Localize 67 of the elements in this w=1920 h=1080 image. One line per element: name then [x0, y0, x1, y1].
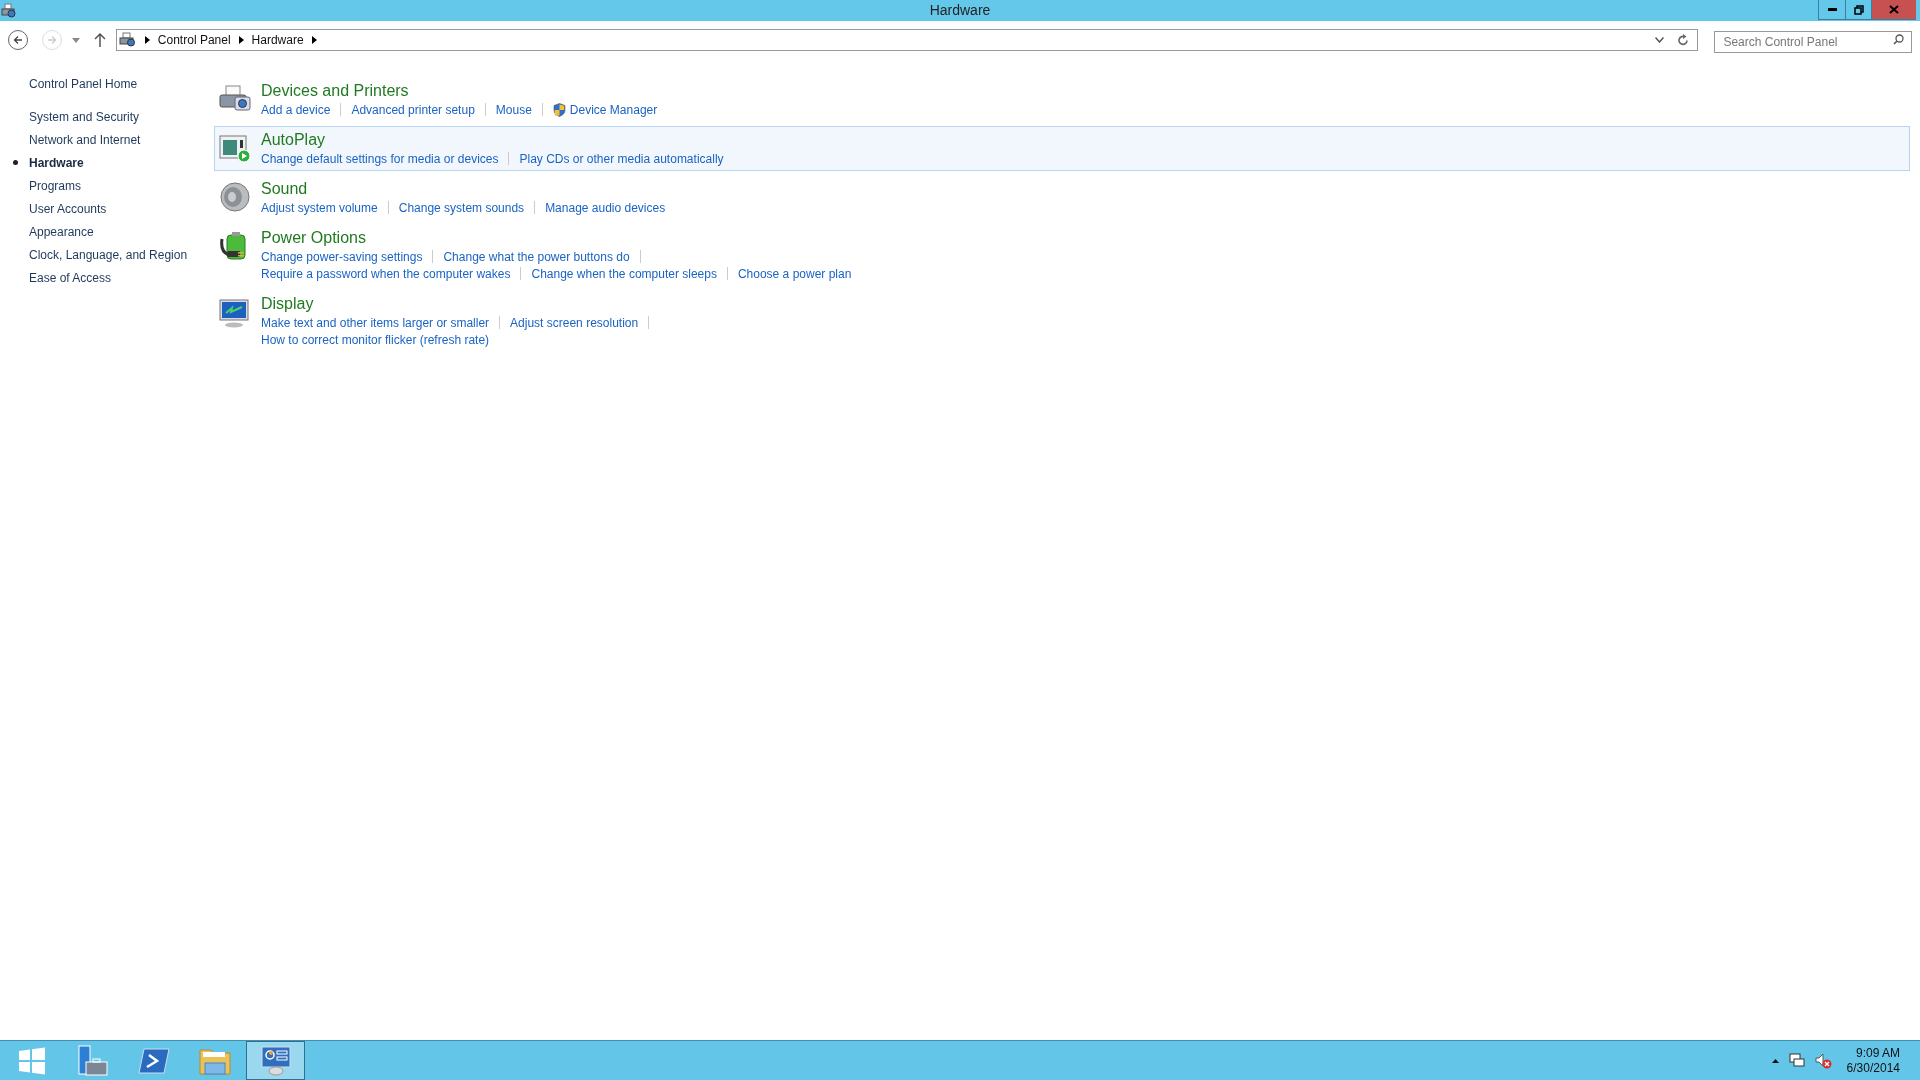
close-icon	[1889, 5, 1899, 14]
link[interactable]: Adjust screen resolution	[510, 313, 639, 332]
chevron-right-icon[interactable]	[144, 36, 150, 44]
monitor-icon	[218, 297, 252, 329]
address-bar[interactable]: Control Panel Hardware	[115, 29, 1699, 51]
printer-camera-icon	[218, 84, 252, 114]
refresh-icon[interactable]	[1678, 34, 1690, 46]
link[interactable]: How to correct monitor flicker (refresh rate)	[261, 330, 490, 349]
printer-camera-icon	[1, 2, 17, 19]
dropdown-caret-icon[interactable]	[71, 37, 80, 43]
restore-icon	[1853, 4, 1864, 15]
link[interactable]: Require a password when the computer wakes	[261, 264, 511, 283]
link[interactable]: Advanced printer setup	[351, 100, 475, 119]
section-title[interactable]: Display	[261, 294, 660, 314]
sidebar-link[interactable]: Control Panel Home	[29, 74, 138, 93]
windows-logo-icon	[17, 1046, 46, 1075]
sidebar-link[interactable]: Programs	[29, 176, 81, 195]
link[interactable]: Add a device	[261, 100, 331, 119]
sidebar-link[interactable]: Clock, Language, and Region	[29, 245, 188, 264]
link[interactable]: Change system sounds	[398, 198, 525, 217]
link[interactable]: Make text and other items larger or smaller	[261, 313, 490, 332]
sidebar-link[interactable]: Network and Internet	[29, 130, 141, 149]
speaker-icon	[218, 182, 252, 212]
control-panel-icon	[259, 1045, 292, 1076]
sidebar-link[interactable]: Appearance	[29, 222, 94, 241]
breadcrumb[interactable]: Hardware	[251, 31, 304, 49]
link[interactable]: Mouse	[495, 100, 532, 119]
breadcrumb[interactable]: Control Panel	[157, 31, 231, 49]
section-title[interactable]: Devices and Printers	[261, 81, 658, 101]
printer-camera-icon	[118, 32, 137, 48]
link[interactable]: Play CDs or other media automatically	[519, 149, 724, 168]
network-icon[interactable]	[1788, 1052, 1805, 1069]
link[interactable]: Choose a power plan	[737, 264, 852, 283]
sidebar-link[interactable]: System and Security	[29, 107, 140, 126]
link[interactable]: Change when the computer sleeps	[531, 264, 717, 283]
autoplay-icon	[218, 133, 252, 163]
dropdown-chevron-icon[interactable]	[1655, 37, 1665, 43]
sidebar-link[interactable]: User Accounts	[29, 199, 107, 218]
clock-time[interactable]: 9:09 AM	[1855, 1045, 1900, 1061]
link[interactable]: Adjust system volume	[261, 198, 378, 217]
link[interactable]: Change power-saving settings	[261, 247, 423, 266]
window-title: Hardware	[929, 1, 991, 20]
link[interactable]: Change what the power buttons do	[443, 247, 630, 266]
section-title[interactable]: AutoPlay	[261, 130, 724, 150]
back-arrow-icon	[12, 35, 23, 45]
search-icon[interactable]	[1892, 34, 1904, 45]
chevron-right-icon[interactable]	[238, 36, 244, 44]
forward-arrow-icon	[46, 35, 57, 45]
link[interactable]: Device Manager	[552, 100, 658, 119]
up-arrow-icon[interactable]	[93, 33, 106, 47]
shield-icon	[552, 102, 566, 117]
link[interactable]: Change default settings for media or devices	[261, 149, 499, 168]
section-title[interactable]: Sound	[261, 179, 666, 199]
terminal-prompt-icon	[137, 1046, 170, 1075]
chevron-right-icon[interactable]	[311, 36, 317, 44]
taskbar-button[interactable]	[246, 1041, 305, 1080]
server-briefcase-icon	[76, 1044, 109, 1077]
caret-up-icon[interactable]	[1771, 1058, 1779, 1063]
muted-speaker-icon[interactable]	[1814, 1052, 1833, 1069]
clock-date[interactable]: 6/30/2014	[1846, 1060, 1900, 1076]
close-button[interactable]	[1871, 0, 1916, 20]
sidebar-link[interactable]: Hardware	[29, 153, 84, 172]
link[interactable]: Manage audio devices	[545, 198, 666, 217]
minimize-button[interactable]	[1818, 0, 1845, 20]
sidebar-link[interactable]: Ease of Access	[29, 268, 112, 287]
section-title[interactable]: Power Options	[261, 228, 852, 248]
search-field[interactable]: Search Control Panel	[1714, 31, 1912, 53]
